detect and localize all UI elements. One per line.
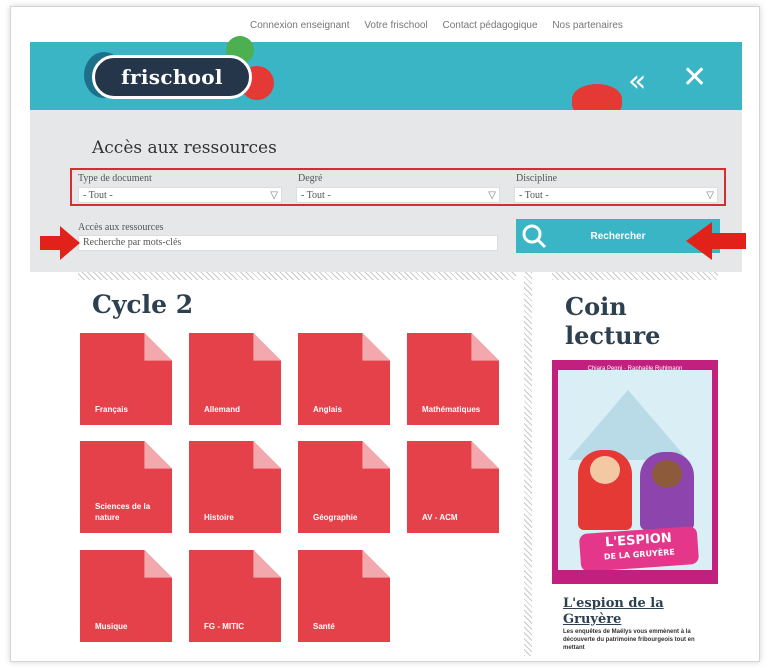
subject-tile-anglais[interactable]: Anglais bbox=[298, 333, 390, 425]
magnifier-icon bbox=[522, 224, 547, 249]
filter-label-type: Type de document bbox=[78, 173, 152, 184]
divider-hatch bbox=[78, 272, 516, 280]
book-title-link[interactable]: L'espion de la Gruyère bbox=[563, 596, 713, 628]
keyword-placeholder: Recherche par mots-clés bbox=[83, 237, 182, 248]
keyword-label: Accès aux ressources bbox=[78, 222, 164, 233]
subject-tile-musique[interactable]: Musique bbox=[80, 550, 172, 642]
top-link[interactable]: Connexion enseignant bbox=[250, 20, 350, 31]
top-link[interactable]: Contact pédagogique bbox=[442, 20, 537, 31]
top-links: Connexion enseignant Votre frischool Con… bbox=[250, 20, 730, 40]
book-description: Les enquêtes de Maëlys vous emmènent à l… bbox=[563, 629, 695, 651]
mountain-shape bbox=[568, 390, 688, 460]
subject-tile-histoire[interactable]: Histoire bbox=[189, 441, 281, 533]
chevron-down-icon: ▽ bbox=[270, 190, 278, 201]
panel-title: Accès aux ressources bbox=[92, 138, 277, 158]
divider-hatch bbox=[552, 272, 718, 280]
chevron-down-icon: ▽ bbox=[706, 190, 714, 201]
top-link[interactable]: Nos partenaires bbox=[552, 20, 623, 31]
child-face-right bbox=[652, 460, 682, 488]
subject-label: Santé bbox=[313, 622, 335, 631]
sidebar-title: Coin lecture bbox=[565, 292, 661, 350]
close-icon[interactable]: ✕ bbox=[682, 60, 707, 95]
subject-label: AV - ACM bbox=[422, 513, 458, 522]
subject-label: FG - MITIC bbox=[204, 622, 244, 631]
subject-label: Allemand bbox=[204, 405, 241, 414]
divider-vertical-hatch bbox=[524, 272, 532, 656]
frischool-logo[interactable]: frischool bbox=[92, 55, 252, 99]
subject-tile-geographie[interactable]: Géographie bbox=[298, 441, 390, 533]
keyword-input[interactable]: Recherche par mots-clés bbox=[78, 235, 498, 251]
filter-value: - Tout - bbox=[519, 190, 549, 201]
filter-select-degree[interactable]: - Tout - ▽ bbox=[296, 187, 500, 203]
arrow-right-icon bbox=[40, 226, 80, 260]
subject-tile-allemand[interactable]: Allemand bbox=[189, 333, 281, 425]
logo-text: frischool bbox=[121, 65, 223, 89]
book-cover[interactable]: Chiara Pegni · Raphaële Ruhlmann L'ESPIO… bbox=[552, 360, 718, 584]
subject-label: Anglais bbox=[313, 405, 342, 414]
filter-label-discipline: Discipline bbox=[516, 173, 558, 184]
subject-tile-sante[interactable]: Santé bbox=[298, 550, 390, 642]
subject-tile-mathematiques[interactable]: Mathématiques bbox=[407, 333, 499, 425]
subject-label: Géographie bbox=[313, 513, 358, 522]
subject-tile-fg-mitic[interactable]: FG - MITIC bbox=[189, 550, 281, 642]
filter-select-discipline[interactable]: - Tout - ▽ bbox=[514, 187, 718, 203]
subject-tile-francais[interactable]: Français bbox=[80, 333, 172, 425]
subject-label: Histoire bbox=[204, 513, 234, 522]
cycle-title: Cycle 2 bbox=[92, 290, 194, 319]
filter-select-type[interactable]: - Tout - ▽ bbox=[78, 187, 282, 203]
subject-label: Mathématiques bbox=[422, 405, 481, 414]
subject-tile-av-acm[interactable]: AV - ACM bbox=[407, 441, 499, 533]
subject-label: Sciences de la nature bbox=[95, 502, 151, 522]
subject-tile-sciences[interactable]: Sciences de la nature bbox=[80, 441, 172, 533]
filter-value: - Tout - bbox=[301, 190, 331, 201]
book-cover-title: L'ESPION DE LA GRUYÈRE bbox=[578, 525, 700, 570]
subject-label: Français bbox=[95, 405, 128, 414]
double-chevron-left-icon[interactable]: « bbox=[628, 64, 646, 99]
child-face-left bbox=[590, 456, 620, 484]
chevron-down-icon: ▽ bbox=[488, 190, 496, 201]
filter-label-degree: Degré bbox=[298, 173, 323, 184]
top-link[interactable]: Votre frischool bbox=[364, 20, 427, 31]
search-button-label: Rechercher bbox=[590, 230, 646, 242]
filter-value: - Tout - bbox=[83, 190, 113, 201]
arrow-left-icon bbox=[686, 222, 746, 260]
book-illustration: L'ESPION DE LA GRUYÈRE bbox=[558, 370, 712, 570]
subject-label: Musique bbox=[95, 622, 128, 631]
